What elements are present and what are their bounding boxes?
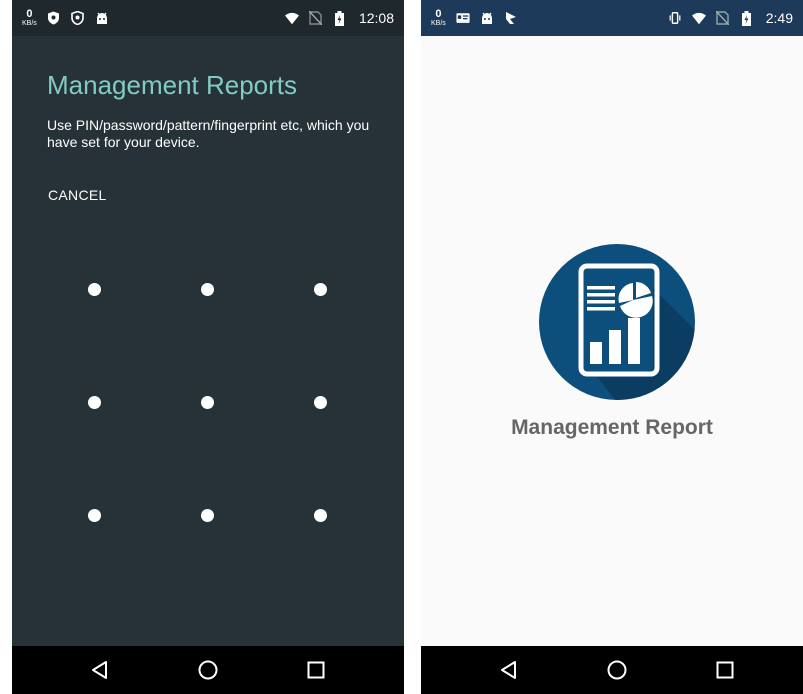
pattern-dot[interactable] [314, 283, 327, 296]
pattern-dot[interactable] [201, 396, 214, 409]
navigation-bar [12, 646, 404, 694]
battery-charging-icon [333, 10, 347, 26]
navigation-bar [421, 646, 803, 694]
status-time: 2:49 [765, 10, 793, 26]
id-card-icon [456, 11, 470, 25]
android-icon [95, 11, 109, 25]
vpn-icon [71, 11, 85, 25]
app-name: Management Report [511, 416, 713, 439]
pattern-lock-screen: 0 KB/s 12:08 Management Reports Use PIN/… [12, 0, 404, 694]
pattern-dot[interactable] [314, 509, 327, 522]
pattern-dot[interactable] [201, 509, 214, 522]
status-bar: 0 KB/s 12:08 [12, 0, 404, 36]
network-speed-unit: KB/s [22, 20, 37, 27]
android-icon [480, 11, 494, 25]
flag-icon [504, 11, 518, 25]
pattern-dot[interactable] [314, 396, 327, 409]
cancel-button[interactable]: CANCEL [48, 187, 107, 203]
network-speed: 0 KB/s [431, 8, 446, 28]
page-title: Management Reports [47, 70, 298, 100]
status-bar: 0 KB/s 2:49 [421, 0, 803, 36]
pattern-dot[interactable] [88, 283, 101, 296]
pattern-dot[interactable] [88, 509, 101, 522]
network-speed-unit: KB/s [431, 20, 446, 27]
report-chart-icon [537, 242, 697, 402]
pattern-dot[interactable] [88, 396, 101, 409]
back-icon[interactable] [88, 658, 112, 682]
home-icon[interactable] [605, 658, 629, 682]
vibrate-icon [668, 11, 682, 25]
home-icon[interactable] [196, 658, 220, 682]
recents-icon[interactable] [304, 658, 328, 682]
no-sim-icon [716, 11, 730, 25]
no-sim-icon [309, 11, 323, 25]
splash-screen: 0 KB/s 2:49 Management Report [421, 0, 803, 694]
pattern-dot[interactable] [201, 283, 214, 296]
back-icon[interactable] [497, 658, 521, 682]
status-time: 12:08 [358, 10, 394, 26]
recents-icon[interactable] [713, 658, 737, 682]
wifi-icon [284, 11, 299, 25]
wifi-icon [691, 11, 706, 25]
shield-icon [47, 11, 61, 25]
network-speed: 0 KB/s [22, 8, 37, 28]
network-speed-value: 0 [435, 8, 442, 20]
network-speed-value: 0 [26, 8, 33, 20]
unlock-instructions: Use PIN/password/pattern/fingerprint etc… [47, 117, 370, 150]
battery-charging-icon [740, 10, 754, 26]
